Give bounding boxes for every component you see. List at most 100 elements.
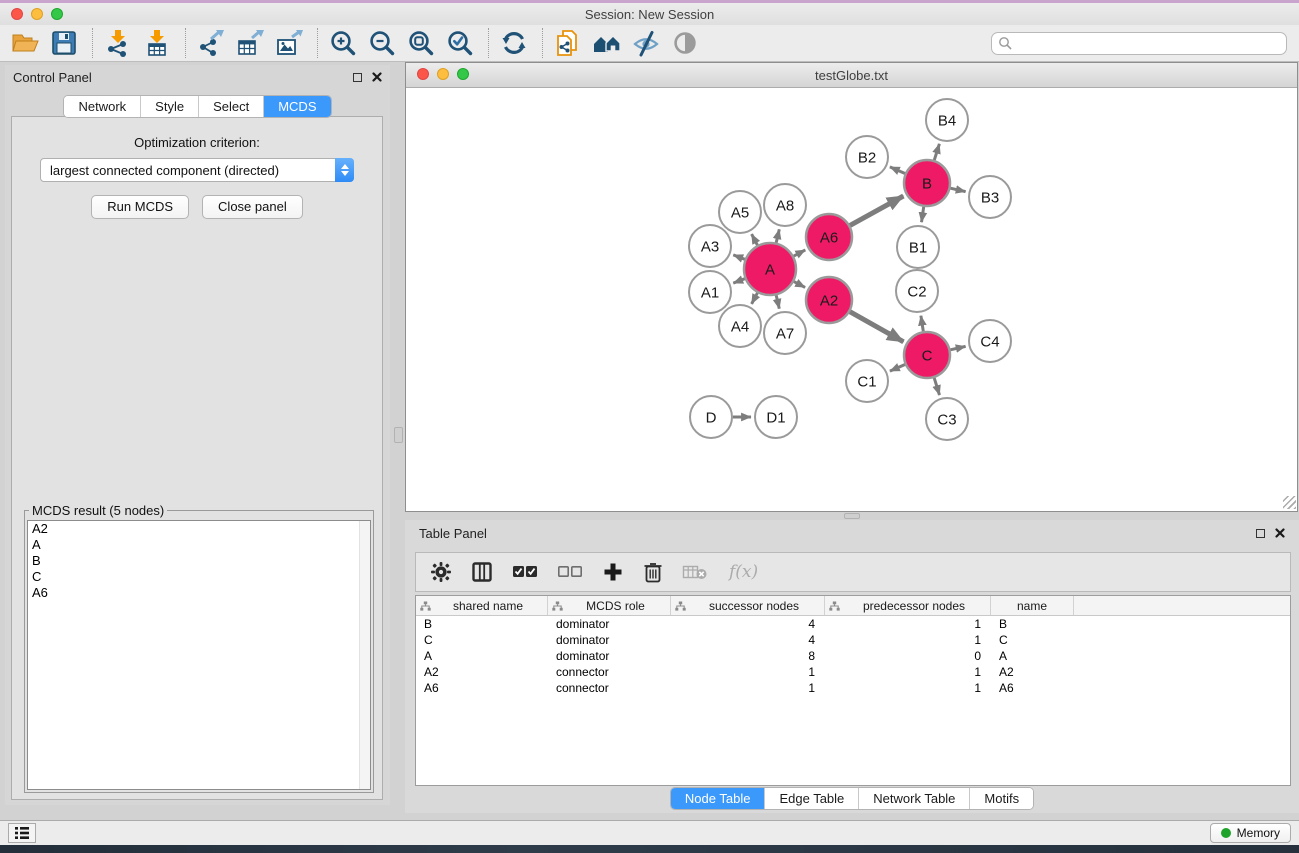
table-cell[interactable]: connector	[548, 665, 671, 679]
zoom-window-button[interactable]	[51, 8, 63, 20]
table-row[interactable]: Cdominator41C	[416, 632, 1290, 648]
show-all-button[interactable]	[670, 28, 700, 58]
table-cell[interactable]: A2	[991, 665, 1074, 679]
table-cell[interactable]: 1	[671, 665, 825, 679]
network-canvas[interactable]: AA1A2A3A4A5A6A7A8BB1B2B3B4CC1C2C3C4DD1	[406, 88, 1297, 510]
graph-edge-B-B3[interactable]	[950, 188, 965, 191]
table-cell[interactable]: 1	[671, 681, 825, 695]
deselect-all-button[interactable]	[557, 564, 583, 580]
close-panel-button[interactable]: Close panel	[202, 195, 303, 219]
graph-edge-A2-C[interactable]	[850, 312, 904, 342]
result-scrollbar[interactable]	[359, 521, 370, 789]
run-mcds-button[interactable]: Run MCDS	[91, 195, 189, 219]
memory-button[interactable]: Memory	[1210, 823, 1291, 843]
node-table[interactable]: shared nameMCDS rolesuccessor nodesprede…	[415, 595, 1291, 786]
result-item[interactable]: B	[28, 553, 370, 569]
table-row[interactable]: Adominator80A	[416, 648, 1290, 664]
float-panel-icon[interactable]	[353, 73, 362, 82]
graph-edge-B-B4[interactable]	[934, 144, 939, 160]
column-header-name[interactable]: name	[991, 596, 1074, 615]
tab-motifs[interactable]: Motifs	[969, 788, 1033, 809]
tab-style[interactable]: Style	[140, 96, 198, 117]
table-row[interactable]: A2connector11A2	[416, 664, 1290, 680]
graph-edge-C-C2[interactable]	[921, 316, 923, 332]
create-column-button[interactable]	[602, 561, 624, 583]
table-cell[interactable]: dominator	[548, 649, 671, 663]
graph-edge-A-A2[interactable]	[794, 282, 805, 288]
table-cell[interactable]: A6	[416, 681, 548, 695]
close-panel-icon[interactable]	[1275, 528, 1285, 538]
task-history-button[interactable]	[8, 823, 36, 843]
tab-edge-table[interactable]: Edge Table	[764, 788, 858, 809]
column-header-shared-name[interactable]: shared name	[416, 596, 548, 615]
table-cell[interactable]: 1	[825, 617, 991, 631]
graph-edge-A-A1[interactable]	[733, 279, 745, 283]
first-neighbors-button[interactable]	[592, 28, 622, 58]
result-item[interactable]: C	[28, 569, 370, 585]
tab-network-table[interactable]: Network Table	[858, 788, 969, 809]
graph-edge-A-A7[interactable]	[776, 295, 779, 308]
table-row[interactable]: Bdominator41B	[416, 616, 1290, 632]
network-graph-svg[interactable]: AA1A2A3A4A5A6A7A8BB1B2B3B4CC1C2C3C4DD1	[406, 88, 1298, 510]
column-chooser-button[interactable]	[471, 561, 493, 583]
column-header-MCDS-role[interactable]: MCDS role	[548, 596, 671, 615]
table-cell[interactable]: A2	[416, 665, 548, 679]
tab-select[interactable]: Select	[198, 96, 263, 117]
table-cell[interactable]: A	[991, 649, 1074, 663]
table-cell[interactable]: 1	[825, 633, 991, 647]
select-all-button[interactable]	[512, 564, 538, 580]
table-row[interactable]: A6connector11A6	[416, 680, 1290, 696]
table-cell[interactable]: 4	[671, 617, 825, 631]
table-cell[interactable]: 1	[825, 665, 991, 679]
graph-edge-B-B2[interactable]	[890, 167, 905, 174]
graph-edge-C-C3[interactable]	[934, 378, 939, 395]
tab-mcds[interactable]: MCDS	[263, 96, 330, 117]
graph-edge-C-C4[interactable]	[950, 346, 965, 349]
export-table-button[interactable]	[235, 28, 265, 58]
search-input[interactable]	[1012, 36, 1280, 50]
search-field[interactable]	[991, 32, 1287, 55]
window-resize-grip[interactable]	[1283, 496, 1296, 509]
criterion-select[interactable]: largest connected component (directed)	[40, 158, 354, 182]
result-item[interactable]: A2	[28, 521, 370, 537]
refresh-button[interactable]	[499, 28, 529, 58]
duplicate-network-button[interactable]	[553, 28, 583, 58]
graph-edge-A-A3[interactable]	[733, 255, 745, 259]
network-minimize-button[interactable]	[437, 68, 449, 80]
table-cell[interactable]: 8	[671, 649, 825, 663]
close-panel-icon[interactable]	[372, 72, 382, 82]
float-panel-icon[interactable]	[1256, 529, 1265, 538]
divider-grip[interactable]	[394, 427, 403, 443]
graph-edge-A-A4[interactable]	[752, 293, 758, 304]
graph-edge-A-A6[interactable]	[794, 250, 806, 256]
import-table-button[interactable]	[142, 28, 172, 58]
tab-node-table[interactable]: Node Table	[671, 788, 765, 809]
table-cell[interactable]: B	[416, 617, 548, 631]
graph-edge-A-A8[interactable]	[776, 229, 779, 242]
tab-network[interactable]: Network	[64, 96, 140, 117]
table-cell[interactable]: dominator	[548, 617, 671, 631]
graph-edge-A-A5[interactable]	[752, 234, 758, 245]
export-image-button[interactable]	[274, 28, 304, 58]
table-cell[interactable]: A6	[991, 681, 1074, 695]
divider-grip[interactable]	[844, 513, 860, 519]
column-header-successor-nodes[interactable]: successor nodes	[671, 596, 825, 615]
zoom-fit-button[interactable]	[406, 28, 436, 58]
table-cell[interactable]: C	[991, 633, 1074, 647]
graph-edge-A6-B[interactable]	[850, 196, 903, 225]
table-cell[interactable]: B	[991, 617, 1074, 631]
table-cell[interactable]: 1	[825, 681, 991, 695]
vertical-split-divider[interactable]	[392, 62, 405, 820]
table-cell[interactable]: connector	[548, 681, 671, 695]
close-window-button[interactable]	[11, 8, 23, 20]
delete-column-button[interactable]	[643, 561, 663, 583]
table-cell[interactable]: 4	[671, 633, 825, 647]
network-close-button[interactable]	[417, 68, 429, 80]
graph-edge-C-C1[interactable]	[890, 365, 905, 372]
hide-selected-button[interactable]	[631, 28, 661, 58]
network-zoom-button[interactable]	[457, 68, 469, 80]
table-settings-button[interactable]	[430, 561, 452, 583]
import-network-button[interactable]	[103, 28, 133, 58]
mcds-result-list[interactable]: A2ABCA6	[27, 520, 371, 790]
graph-edge-B-B1[interactable]	[922, 207, 924, 222]
